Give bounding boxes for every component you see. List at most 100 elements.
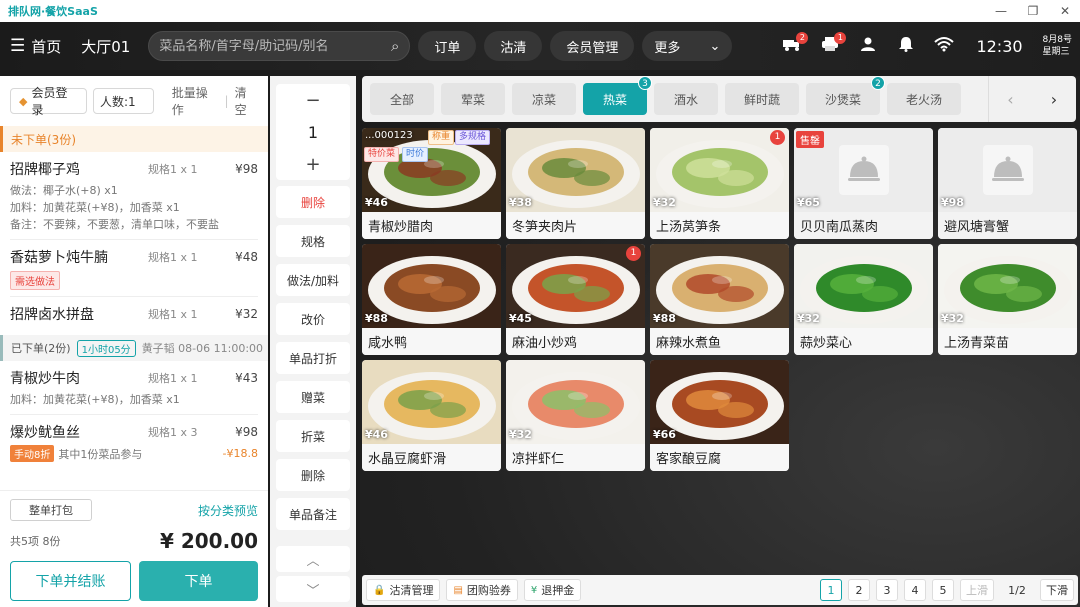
page-number-button[interactable]: 3 bbox=[876, 579, 898, 601]
method-addon-button[interactable]: 做法/加料 bbox=[276, 264, 350, 296]
dish-card[interactable]: ¥32 蒜炒菜心 bbox=[794, 244, 933, 355]
deposit-icon: ¥ bbox=[530, 584, 538, 596]
fold-item-button[interactable]: 折菜 bbox=[276, 420, 350, 452]
minimize-button[interactable]: — bbox=[994, 4, 1008, 18]
category-tab[interactable]: 老火汤 bbox=[887, 83, 961, 115]
order-item[interactable]: 招牌椰子鸡 规格1 x 1 ¥98 做法：椰子水(+8) x1 加料：加黄花菜(… bbox=[0, 156, 268, 233]
page-number-button[interactable]: 4 bbox=[904, 579, 926, 601]
order-total: ¥ 200.00 bbox=[159, 529, 258, 553]
dish-card[interactable]: ...000123 称重 多规格 特价菜 时价 ¥46 青椒炒腊肉 bbox=[362, 128, 501, 239]
bottom-action-button[interactable]: ▤ 团购验券 bbox=[446, 579, 518, 601]
cloche-icon bbox=[838, 145, 889, 195]
category-tab[interactable]: 鲜时蔬 bbox=[725, 83, 799, 115]
category-tab[interactable]: 荤菜 bbox=[441, 83, 505, 115]
item-operations: − 1 + 删除 规格 做法/加料 改价 单品打折 赠菜 折菜 删除 单品备注 … bbox=[270, 76, 356, 607]
category-tab[interactable]: 沙煲菜 2 bbox=[806, 76, 885, 115]
member-login-button[interactable]: ◆ 会员登录 bbox=[10, 86, 87, 117]
order-summary: 共5项 8份 bbox=[10, 535, 61, 548]
order-item[interactable]: 爆炒鱿鱼丝 规格1 x 3 ¥98 手动8折 其中1份菜品参与 -¥18.8 bbox=[0, 419, 268, 462]
maximize-button[interactable]: ❐ bbox=[1026, 4, 1040, 18]
dish-price: ¥32 bbox=[653, 196, 676, 209]
dish-card[interactable]: 1 ¥32 上汤莴笋条 bbox=[650, 128, 789, 239]
scroll-up-button[interactable]: ︿ bbox=[276, 546, 350, 572]
soldout-button[interactable]: 沽清 bbox=[484, 31, 543, 61]
people-count-input[interactable]: 人数:1 bbox=[92, 88, 154, 114]
item-remark-button[interactable]: 单品备注 bbox=[276, 498, 350, 530]
dish-card[interactable]: 售罄 ¥65 贝贝南瓜蒸肉 bbox=[794, 128, 933, 239]
app-title: 排队网·餐饮SaaS bbox=[8, 5, 98, 18]
dish-price: ¥46 bbox=[365, 428, 388, 441]
dish-price: ¥88 bbox=[653, 312, 676, 325]
search-icon[interactable]: ⌕ bbox=[391, 37, 399, 55]
delivery-icon[interactable]: 2 bbox=[780, 31, 809, 57]
category-tab[interactable]: 酒水 bbox=[654, 83, 718, 115]
top-bar: ☰ 首页 大厅01 ⌕ 订单 沽清 会员管理 更多 ⌄ 2 1 12:30 8月… bbox=[0, 22, 1080, 70]
chevron-right-icon[interactable]: › bbox=[1032, 76, 1076, 122]
dish-price: ¥38 bbox=[509, 196, 532, 209]
dish-price: ¥32 bbox=[797, 312, 820, 325]
increase-button[interactable]: + bbox=[276, 148, 350, 180]
divider bbox=[10, 414, 258, 415]
order-and-checkout-button[interactable]: 下单并结账 bbox=[10, 561, 131, 601]
dish-name: 贝贝南瓜蒸肉 bbox=[794, 212, 933, 239]
page-number-button[interactable]: 1 bbox=[820, 579, 842, 601]
item-spec: 规格1 x 3 bbox=[148, 426, 198, 439]
page-down-button[interactable]: 下滑 bbox=[1040, 579, 1074, 601]
change-price-button[interactable]: 改价 bbox=[276, 303, 350, 335]
page-number-button[interactable]: 2 bbox=[848, 579, 870, 601]
dish-card[interactable]: ¥98 避风塘膏蟹 bbox=[938, 128, 1077, 239]
decrease-button[interactable]: − bbox=[276, 84, 350, 116]
soldout-tag: 售罄 bbox=[796, 131, 824, 148]
delete-button[interactable]: 删除 bbox=[276, 186, 350, 218]
gift-item-button[interactable]: 赠菜 bbox=[276, 381, 350, 413]
item-spec: 规格1 x 1 bbox=[148, 251, 198, 264]
header-divider: | bbox=[224, 94, 229, 108]
clear-link[interactable]: 清空 bbox=[235, 84, 258, 118]
divider bbox=[10, 239, 258, 240]
order-item[interactable]: 青椒炒牛肉 规格1 x 1 ¥43 加料：加黄花菜(+¥8)，加香菜 x1 bbox=[0, 365, 268, 408]
item-discount-button[interactable]: 单品打折 bbox=[276, 342, 350, 374]
dish-card[interactable]: ¥88 麻辣水煮鱼 bbox=[650, 244, 789, 355]
category-tab[interactable]: 热菜 3 bbox=[583, 76, 652, 115]
required-option-tag[interactable]: 需选做法 bbox=[10, 271, 60, 290]
page-up-button[interactable]: 上滑 bbox=[960, 579, 994, 601]
bottom-action-button[interactable]: 🔒 沽清管理 bbox=[366, 579, 441, 601]
place-order-button[interactable]: 下单 bbox=[139, 561, 258, 601]
order-item[interactable]: 香菇萝卜炖牛腩 规格1 x 1 ¥48 需选做法 bbox=[0, 244, 268, 290]
remove-button[interactable]: 删除 bbox=[276, 459, 350, 491]
more-label: 更多 bbox=[654, 40, 681, 56]
dish-card[interactable]: 1 ¥45 麻油小炒鸡 bbox=[506, 244, 645, 355]
bottom-action-button[interactable]: ¥ 退押金 bbox=[523, 579, 582, 601]
orders-button[interactable]: 订单 bbox=[418, 31, 477, 61]
batch-ops-link[interactable]: 批量操作 bbox=[172, 84, 219, 118]
scroll-down-button[interactable]: ﹀ bbox=[276, 576, 350, 602]
page-number-button[interactable]: 5 bbox=[932, 579, 954, 601]
dish-card[interactable]: ¥46 水晶豆腐虾滑 bbox=[362, 360, 501, 471]
category-tab[interactable]: 凉菜 bbox=[512, 83, 576, 115]
dish-card[interactable]: ¥38 冬笋夹肉片 bbox=[506, 128, 645, 239]
dish-card[interactable]: ¥88 咸水鸭 bbox=[362, 244, 501, 355]
spec-button[interactable]: 规格 bbox=[276, 225, 350, 257]
hall-selector[interactable]: 大厅01 bbox=[81, 36, 130, 57]
dish-card[interactable]: ¥32 上汤青菜苗 bbox=[938, 244, 1077, 355]
category-bar: 全部 荤菜 凉菜 热菜 3 酒水 鲜时蔬 沙煲菜 2 老火汤 ‹ › bbox=[362, 76, 1076, 122]
category-tab[interactable]: 全部 bbox=[370, 83, 434, 115]
item-name: 青椒炒牛肉 bbox=[10, 371, 80, 387]
dish-card[interactable]: ¥66 客家酿豆腐 bbox=[650, 360, 789, 471]
dish-card[interactable]: ¥32 凉拌虾仁 bbox=[506, 360, 645, 471]
wifi-icon[interactable] bbox=[932, 36, 956, 57]
member-management-button[interactable]: 会员管理 bbox=[550, 31, 635, 61]
category-preview-link[interactable]: 按分类预览 bbox=[198, 502, 258, 519]
close-button[interactable]: ✕ bbox=[1058, 4, 1072, 18]
bell-icon[interactable] bbox=[894, 36, 918, 57]
search-input[interactable] bbox=[159, 38, 391, 54]
printer-icon[interactable]: 1 bbox=[818, 31, 847, 57]
dish-tag: 特价菜 bbox=[364, 147, 400, 162]
home-button[interactable]: ☰ 首页 bbox=[10, 36, 61, 57]
user-icon[interactable] bbox=[856, 36, 880, 57]
item-price: ¥98 bbox=[235, 162, 258, 176]
more-dropdown[interactable]: 更多 ⌄ bbox=[642, 31, 733, 61]
pack-all-button[interactable]: 整单打包 bbox=[10, 499, 92, 521]
chevron-left-icon[interactable]: ‹ bbox=[988, 76, 1032, 122]
order-item[interactable]: 招牌卤水拼盘 规格1 x 1 ¥32 bbox=[0, 301, 268, 327]
